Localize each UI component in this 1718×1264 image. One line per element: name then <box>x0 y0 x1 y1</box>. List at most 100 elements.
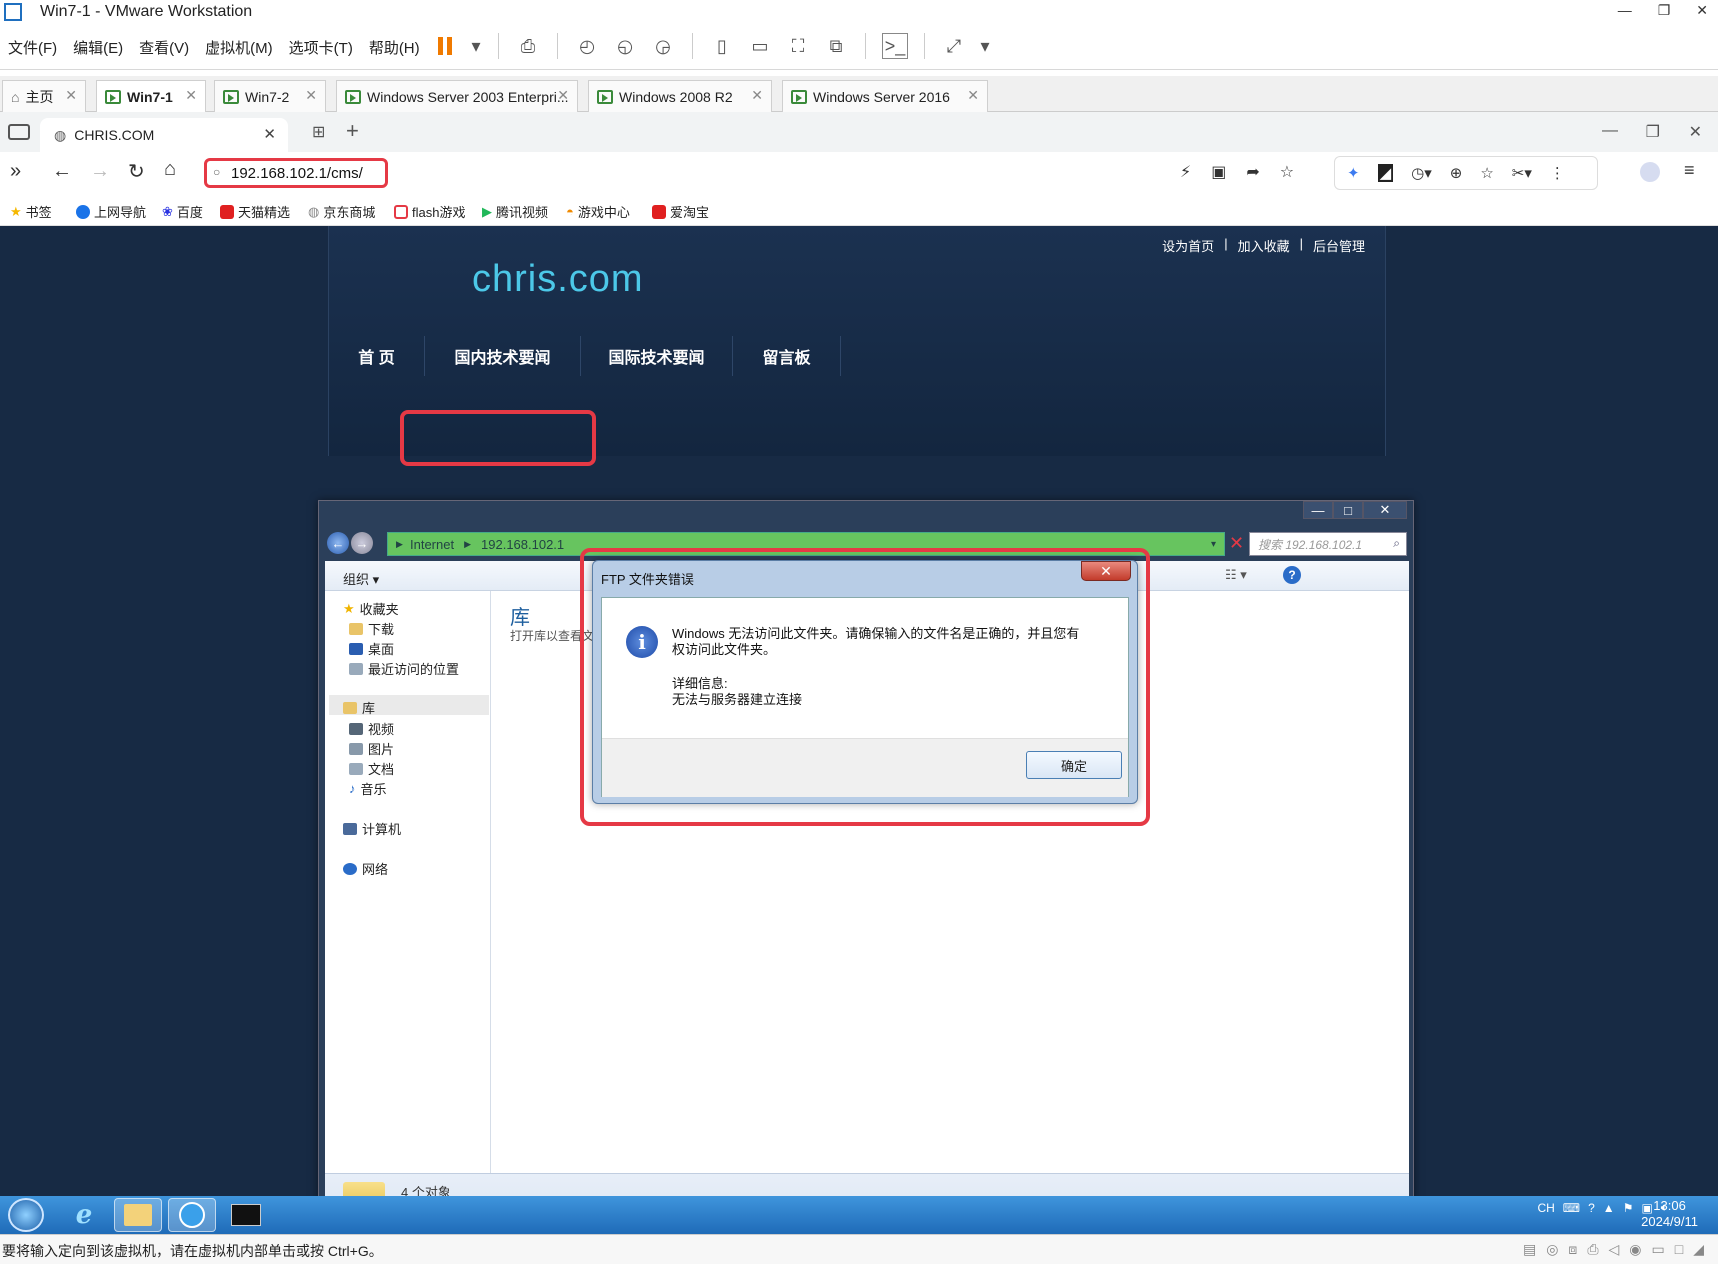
tree-downloads[interactable]: 下载 <box>349 619 394 638</box>
forward-icon[interactable]: → <box>90 160 110 183</box>
bookmark-item[interactable]: 天猫精选 <box>220 202 290 221</box>
tab-windows-2008-r2[interactable]: Windows 2008 R2 ✕ <box>588 80 772 112</box>
ie-taskbar-icon[interactable]: e <box>60 1198 108 1232</box>
tree-documents[interactable]: 文档 <box>349 759 394 778</box>
chevron-down-icon[interactable]: ▾ <box>979 33 991 59</box>
path-segment[interactable]: Internet <box>410 537 454 552</box>
start-button[interactable] <box>8 1198 44 1232</box>
new-tab-icon[interactable]: + <box>346 118 359 144</box>
forward-icon[interactable]: → <box>351 532 373 554</box>
download-icon[interactable]: ⊕ <box>1450 164 1463 182</box>
tab-home[interactable]: ⌂ 主页 ✕ <box>2 80 86 112</box>
link-set-homepage[interactable]: 设为首页 <box>1162 236 1214 255</box>
tab-grid-icon[interactable]: ⊞ <box>312 122 325 142</box>
chevron-down-icon[interactable]: ▾ <box>470 33 482 59</box>
minimize-icon[interactable]: — <box>1602 122 1618 140</box>
revert-snapshot-icon[interactable]: ◵ <box>612 33 638 59</box>
menu-view[interactable]: 查看(V) <box>139 37 189 58</box>
avatar[interactable] <box>1640 162 1660 182</box>
close-icon[interactable]: ✕ <box>751 87 763 104</box>
menu-file[interactable]: 文件(F) <box>8 37 57 58</box>
tree-libraries[interactable]: 库 <box>343 698 375 717</box>
bookmark-item[interactable]: 上网导航 <box>76 202 146 221</box>
tree-computer[interactable]: 计算机 <box>343 819 401 838</box>
tree-music[interactable]: ♪ 音乐 <box>349 779 387 798</box>
cd-dvd-icon[interactable]: ◎ <box>1546 1241 1558 1258</box>
reader-icon[interactable]: ▣ <box>1211 162 1226 182</box>
show-hidden-icons[interactable]: ▲ <box>1603 1201 1615 1215</box>
tree-recent-places[interactable]: 最近访问的位置 <box>349 659 459 678</box>
close-button[interactable]: ✕ <box>1696 2 1708 19</box>
menu-tabs[interactable]: 选项卡(T) <box>289 37 353 58</box>
sidebar-toggle-icon[interactable] <box>8 124 30 140</box>
flag-icon[interactable]: ⚑ <box>1623 1201 1634 1215</box>
library-view-icon[interactable]: ▯ <box>709 33 735 59</box>
path-segment[interactable]: 192.168.102.1 <box>481 537 564 552</box>
snapshot-manager-icon[interactable]: ◶ <box>650 33 676 59</box>
console-icon[interactable]: >_ <box>882 33 908 59</box>
display-icon[interactable]: ▭ <box>1652 1241 1665 1258</box>
browser-tab[interactable]: ◍ CHRIS.COM ✕ <box>40 118 288 152</box>
browser-taskbar-icon[interactable] <box>168 1198 216 1232</box>
close-icon[interactable]: ✕ <box>185 87 197 104</box>
help-icon[interactable]: ? <box>1588 1201 1595 1215</box>
back-icon[interactable]: ← <box>52 160 72 183</box>
bookmark-item[interactable]: flash游戏 <box>394 202 465 221</box>
tab-win7-2[interactable]: Win7-2 ✕ <box>214 80 326 112</box>
tree-network[interactable]: 网络 <box>343 859 388 878</box>
bookmark-item[interactable]: ▶ 腾讯视频 <box>482 202 548 221</box>
reload-icon[interactable]: ↻ <box>128 159 145 184</box>
close-icon[interactable]: ✕ <box>967 87 979 104</box>
stretch-icon[interactable]: ⤢ <box>941 33 967 59</box>
tree-pictures[interactable]: 图片 <box>349 739 394 758</box>
tree-videos[interactable]: 视频 <box>349 719 394 738</box>
stop-icon[interactable]: ✕ <box>1229 533 1244 554</box>
close-icon[interactable]: ✕ <box>305 87 317 104</box>
explorer-taskbar-icon[interactable] <box>114 1198 162 1232</box>
maximize-button[interactable]: □ <box>1333 501 1363 519</box>
menu-vm[interactable]: 虚拟机(M) <box>205 37 273 58</box>
favorites-icon[interactable]: ☆ <box>1480 164 1493 182</box>
fullscreen-icon[interactable]: ⛶ <box>785 33 811 59</box>
cmd-taskbar-icon[interactable] <box>222 1198 270 1232</box>
tab-windows-server-2016[interactable]: Windows Server 2016 ✕ <box>782 80 988 112</box>
tab-win7-1[interactable]: Win7-1 ✕ <box>96 80 206 112</box>
printer-icon[interactable]: ⎙ <box>1587 1241 1598 1258</box>
bookmark-item[interactable]: ★ 书签 <box>10 202 52 221</box>
keyboard-icon[interactable]: ⌨ <box>1563 1201 1580 1215</box>
history-icon[interactable]: ◷▾ <box>1411 164 1432 182</box>
tree-favorites[interactable]: ★ 收藏夹 <box>343 599 399 618</box>
screenshot-icon[interactable]: ✂▾ <box>1512 164 1532 182</box>
message-icon[interactable]: □ <box>1675 1241 1683 1258</box>
send-ctrl-alt-del-icon[interactable]: ⎙ <box>515 33 541 59</box>
nav-home[interactable]: 首 页 <box>329 336 425 376</box>
menu-icon[interactable]: ≡ <box>1684 160 1695 181</box>
snapshot-icon[interactable]: ◴ <box>574 33 600 59</box>
close-tab-icon[interactable]: ✕ <box>263 125 276 143</box>
thumbnail-view-icon[interactable]: ▭ <box>747 33 773 59</box>
link-admin[interactable]: 后台管理 <box>1313 236 1365 255</box>
menu-help[interactable]: 帮助(H) <box>369 37 420 58</box>
unity-icon[interactable]: ⧉ <box>823 33 849 59</box>
back-icon[interactable]: ← <box>327 532 349 554</box>
language-indicator[interactable]: CH <box>1537 1201 1554 1215</box>
url-field[interactable]: ○ 192.168.102.1/cms/ <box>204 158 388 188</box>
more-icon[interactable]: ⋮ <box>1550 164 1565 182</box>
usb-icon[interactable]: ◉ <box>1629 1241 1641 1258</box>
bookmark-item[interactable]: 爱淘宝 <box>652 202 709 221</box>
view-options-icon[interactable]: ☷ ▾ <box>1225 567 1247 583</box>
sound-icon[interactable]: ◁ <box>1609 1241 1620 1258</box>
minimize-button[interactable]: — <box>1618 2 1632 19</box>
restore-icon[interactable]: ❐ <box>1646 122 1660 142</box>
tab-windows-server-2003[interactable]: Windows Server 2003 Enterpri... ✕ <box>336 80 578 112</box>
nav-guestbook[interactable]: 留言板 <box>733 336 841 376</box>
close-icon[interactable]: ✕ <box>65 87 77 104</box>
hard-disk-icon[interactable]: ▤ <box>1523 1241 1536 1258</box>
pause-icon[interactable] <box>432 33 458 59</box>
network-adapter-icon[interactable]: ⧈ <box>1568 1241 1577 1258</box>
extension-icon[interactable]: ◢ <box>1377 164 1394 182</box>
link-add-favorite[interactable]: 加入收藏 <box>1238 236 1290 255</box>
lightning-icon[interactable]: ⚡ <box>1180 162 1191 182</box>
close-icon[interactable]: ✕ <box>1689 122 1702 142</box>
minimize-button[interactable]: — <box>1303 501 1333 519</box>
